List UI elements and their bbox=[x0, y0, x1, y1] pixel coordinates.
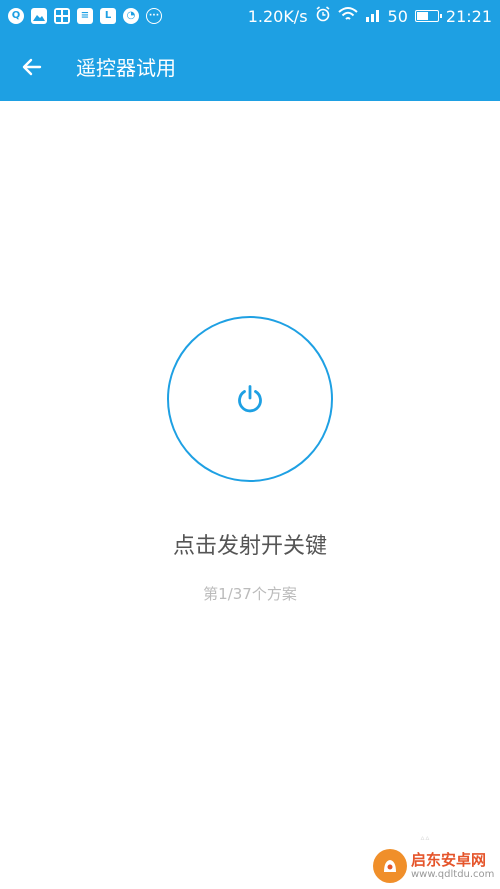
wifi-icon bbox=[337, 6, 358, 26]
qq-icon: Q bbox=[8, 8, 24, 24]
chrome-icon: ◔ bbox=[123, 8, 139, 24]
news-icon: ≡ bbox=[77, 8, 93, 24]
toolbar: 遥控器试用 bbox=[0, 32, 500, 101]
watermark-name: 启东安卓网 bbox=[411, 851, 487, 870]
instruction-text: 点击发射开关键 bbox=[172, 534, 327, 559]
app-header: Q ≡ L ◔ ··· 1.20K/s 50 21:21 遥控器试用 bbox=[0, 0, 500, 101]
arrow-left-icon bbox=[22, 58, 42, 75]
status-indicators: 1.20K/s 50 21:21 bbox=[248, 6, 492, 26]
scheme-progress: 第1/37个方案 bbox=[203, 585, 297, 603]
battery-level bbox=[416, 12, 428, 20]
page-title: 遥控器试用 bbox=[76, 56, 176, 80]
battery-icon bbox=[414, 10, 442, 22]
image-icon bbox=[31, 8, 47, 24]
power-button[interactable] bbox=[167, 316, 333, 482]
signal-icon bbox=[365, 7, 381, 26]
status-bar: Q ≡ L ◔ ··· 1.20K/s 50 21:21 bbox=[0, 0, 500, 32]
watermark-url: www.qdltdu.com bbox=[411, 868, 495, 880]
watermark-mark: ᐞᐞ bbox=[420, 836, 430, 846]
watermark: 启东安卓网 www.qdltdu.com bbox=[373, 847, 497, 885]
network-speed: 1.20K/s bbox=[247, 6, 308, 26]
power-icon bbox=[238, 385, 262, 413]
clock: 21:21 bbox=[445, 6, 492, 26]
letter-l-icon: L bbox=[100, 8, 116, 24]
app-grid-icon bbox=[54, 8, 70, 24]
watermark-logo bbox=[373, 849, 407, 883]
signal-label: 50 bbox=[387, 6, 408, 26]
more-dots-icon: ··· bbox=[146, 8, 162, 24]
notification-icons: Q ≡ L ◔ ··· bbox=[8, 8, 162, 24]
alarm-icon bbox=[315, 6, 331, 26]
back-button[interactable] bbox=[2, 32, 62, 101]
